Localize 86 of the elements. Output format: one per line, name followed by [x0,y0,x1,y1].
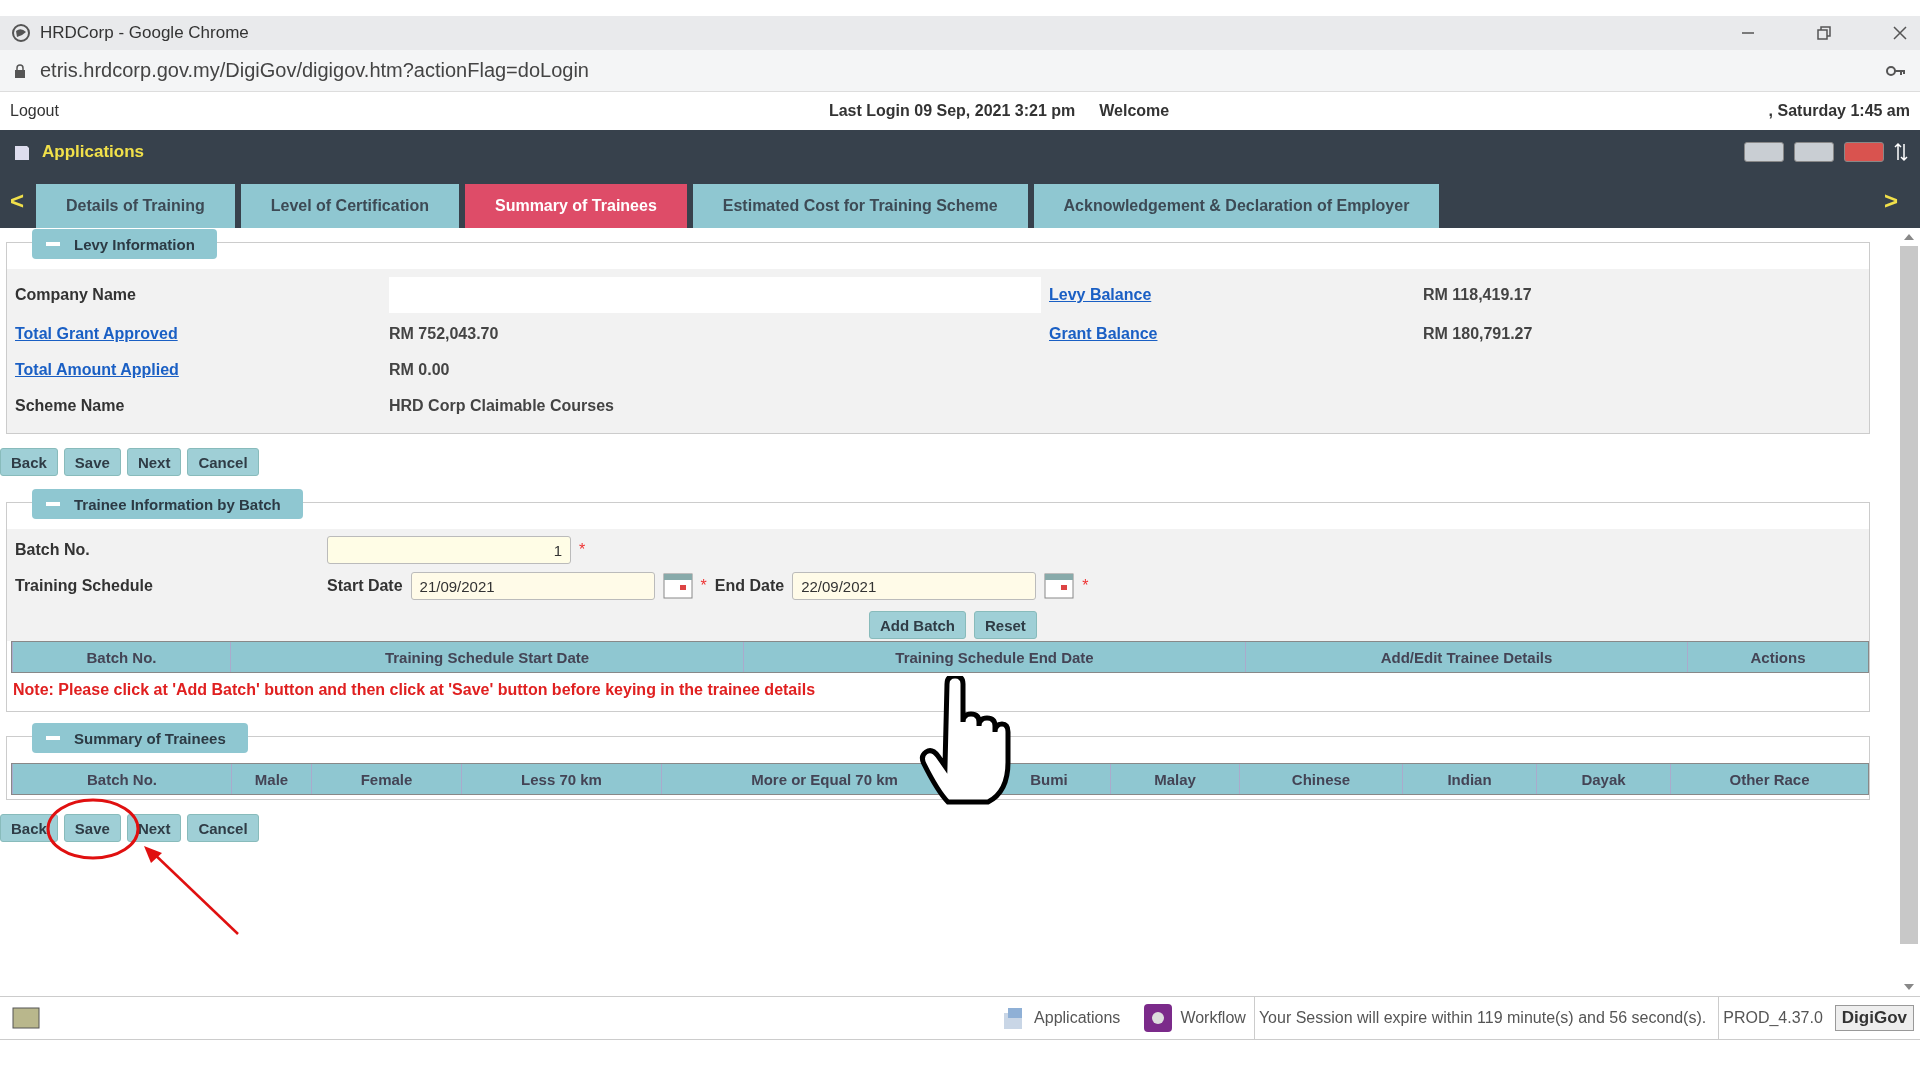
welcome-text: Welcome [1099,102,1170,120]
tab[interactable]: Estimated Cost for Training Scheme [692,184,1028,228]
form-button[interactable]: Save [63,448,121,476]
maximize-window-button[interactable] [1794,142,1834,162]
section-title: Levy Information [74,235,195,253]
info-link[interactable]: Levy Balance [1049,280,1423,310]
minimize-window-button[interactable] [1744,142,1784,162]
section-header[interactable]: Summary of Trainees [32,723,248,753]
field-label: Training Schedule [15,576,154,596]
info-link[interactable]: Grant Balance [1049,319,1423,349]
scroll-up-icon[interactable] [1904,234,1914,240]
restore-icon[interactable] [1816,25,1832,41]
required-mark: * [579,541,586,559]
field-value: RM 118,419.17 [1423,286,1533,304]
logo: DigiGov [1834,1005,1914,1031]
session-text: Your Session will expire within 119 minute(s) and 56 second(s). [1253,997,1711,1039]
field-label: End Date [714,576,785,596]
column-header: Actions [1687,642,1868,672]
column-header: Batch No. [12,764,231,794]
section-title: Trainee Information by Batch [74,495,281,513]
key-icon[interactable] [1886,64,1906,77]
column-header: Batch No. [12,642,230,672]
section-header[interactable]: Levy Information [32,229,217,259]
column-header: Training Schedule Start Date [230,642,743,672]
previous-tab-arrow[interactable]: < [4,187,30,215]
column-header: Dayak [1536,764,1670,794]
scroll-down-icon[interactable] [1904,984,1914,990]
field-label: Company Name [15,285,137,305]
info-link[interactable]: Total Grant Approved [15,319,389,349]
logout-link[interactable]: Logout [10,102,59,120]
column-header: Indian [1402,764,1536,794]
tab[interactable]: Summary of Trainees [464,184,687,228]
form-button[interactable]: Next [126,448,182,476]
version-text: PROD_4.37.0 [1718,997,1827,1039]
section-header[interactable]: Trainee Information by Batch [32,489,303,519]
add-batch-button[interactable]: Add Batch [869,611,966,639]
sort-arrows-icon[interactable] [1894,142,1908,162]
next-tab-arrow[interactable]: > [1878,187,1904,215]
field-value: RM 0.00 [389,361,451,379]
column-header: Training Schedule End Date [743,642,1245,672]
tab[interactable]: Acknowledgement & Declaration of Employer [1033,184,1440,228]
field-value: HRD Corp Claimable Courses [389,397,615,415]
section-title: Summary of Trainees [74,729,226,747]
column-header: Chinese [1239,764,1402,794]
column-header: Malay [1110,764,1239,794]
note-text: Note: Please click at 'Add Batch' button and then click at 'Save' button before keying in the trainee details [12,680,817,700]
globe-icon [12,24,30,42]
desktop-icon[interactable] [12,1007,40,1029]
column-header: Less 70 km [461,764,661,794]
lock-icon [14,63,26,78]
workflow-link[interactable]: Workflow [1180,1009,1246,1027]
last-login-text: Last Login 09 Sep, 2021 3:21 pm [828,102,1076,120]
calendar-icon[interactable] [662,573,693,599]
reset-button[interactable]: Reset [974,611,1037,639]
field-value: RM 180,791.27 [1423,325,1534,343]
start-date-field[interactable]: 21/09/2021 [410,572,655,600]
form-button[interactable]: Cancel [187,448,259,476]
form-button[interactable]: Back [0,814,58,842]
form-button[interactable]: Save [63,814,121,842]
info-link[interactable]: Total Amount Applied [15,355,389,385]
close-icon[interactable] [1892,25,1908,41]
column-header: Other Race [1670,764,1868,794]
required-mark: * [1082,577,1089,595]
app-title: Applications [42,142,144,162]
column-header: Add/Edit Trainee Details [1245,642,1687,672]
url-text[interactable]: etris.hrdcorp.gov.my/DigiGov/digigov.htm?actionFlag=doLogin [40,59,589,82]
date-time-text: , Saturday 1:45 am [1768,102,1910,120]
batch-number-field[interactable]: 1 [327,536,571,564]
field-value: RM 752,043.70 [389,325,500,343]
calendar-icon[interactable] [1044,573,1075,599]
end-date-field[interactable]: 22/09/2021 [792,572,1037,600]
tab[interactable]: Level of Certification [240,184,459,228]
window-title: HRDCorp - Google Chrome [40,23,249,43]
required-mark: * [700,577,707,595]
tab[interactable]: Details of Training [36,184,235,228]
applications-link[interactable]: Applications [1034,1009,1121,1027]
field-label: Start Date [327,576,403,596]
column-header: Male [231,764,311,794]
workflow-icon[interactable] [1144,1004,1173,1032]
column-header: Female [311,764,461,794]
field-label: Batch No. [15,540,91,560]
form-button[interactable]: Cancel [187,814,259,842]
field-label: Scheme Name [15,396,126,416]
scrollbar-thumb[interactable] [1900,246,1918,944]
form-button[interactable]: Next [126,814,182,842]
form-button[interactable]: Back [0,448,58,476]
